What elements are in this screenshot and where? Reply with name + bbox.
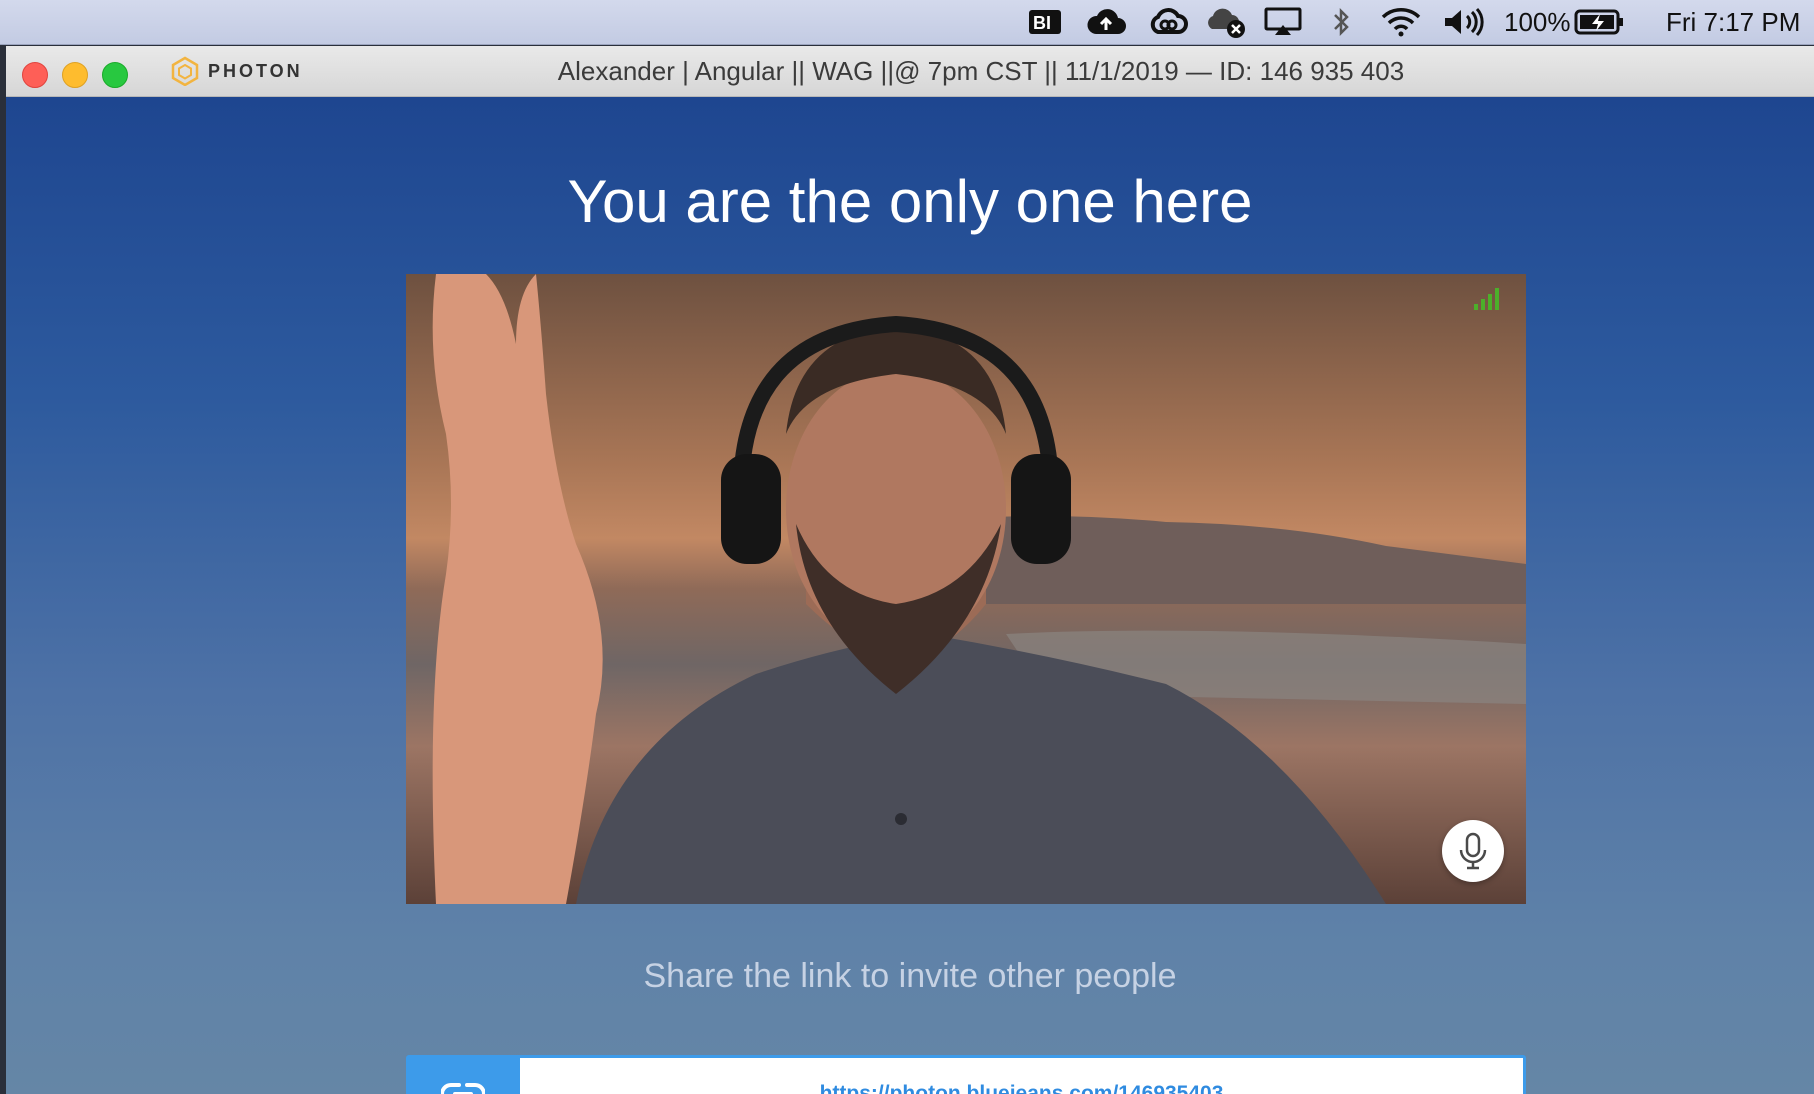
link-icon (441, 1083, 485, 1094)
microphone-toggle-button[interactable] (1442, 820, 1504, 882)
photon-hexagon-icon (171, 56, 199, 86)
volume-icon[interactable] (1442, 0, 1486, 44)
battery-icon[interactable] (1574, 0, 1624, 44)
app-logo-text: PHOTON (208, 60, 303, 81)
meeting-lobby: You are the only one here Share the link… (6, 97, 1814, 1094)
battery-percent: 100% (1504, 6, 1571, 37)
copy-link-button[interactable] (406, 1055, 520, 1094)
app-logo: PHOTON (170, 56, 303, 86)
bluetooth-icon[interactable] (1330, 0, 1352, 44)
share-instructions: Share the link to invite other people (643, 957, 1177, 995)
bi-icon[interactable]: BI (1028, 0, 1062, 44)
svg-text:BI: BI (1033, 13, 1051, 33)
menu-bar: BI 100% Fri 7:17 PM (0, 0, 1814, 45)
wifi-icon[interactable] (1380, 0, 1422, 44)
minimize-window-button[interactable] (62, 62, 88, 88)
cloud-upload-icon[interactable] (1086, 0, 1126, 44)
microphone-icon (1459, 832, 1487, 870)
share-link-url[interactable]: https://photon.bluejeans.com/146935403 (520, 1058, 1523, 1094)
airplay-icon[interactable] (1264, 0, 1302, 44)
photon-window: PHOTON Alexander | Angular || WAG ||@ 7p… (6, 46, 1814, 1094)
page-title: You are the only one here (567, 168, 1253, 235)
self-video-preview (406, 274, 1526, 904)
window-title: Alexander | Angular || WAG ||@ 7pm CST |… (557, 55, 1405, 86)
creative-cloud-icon[interactable] (1148, 0, 1188, 44)
menubar-clock[interactable]: Fri 7:17 PM (1666, 0, 1800, 44)
signal-strength-icon (1472, 286, 1504, 312)
close-window-button[interactable] (22, 62, 48, 88)
self-video-frame (406, 274, 1526, 904)
maximize-window-button[interactable] (102, 62, 128, 88)
cloud-error-icon[interactable] (1204, 0, 1248, 44)
share-link-box: https://photon.bluejeans.com/146935403 (406, 1055, 1526, 1094)
title-bar[interactable]: PHOTON Alexander | Angular || WAG ||@ 7p… (6, 46, 1814, 97)
